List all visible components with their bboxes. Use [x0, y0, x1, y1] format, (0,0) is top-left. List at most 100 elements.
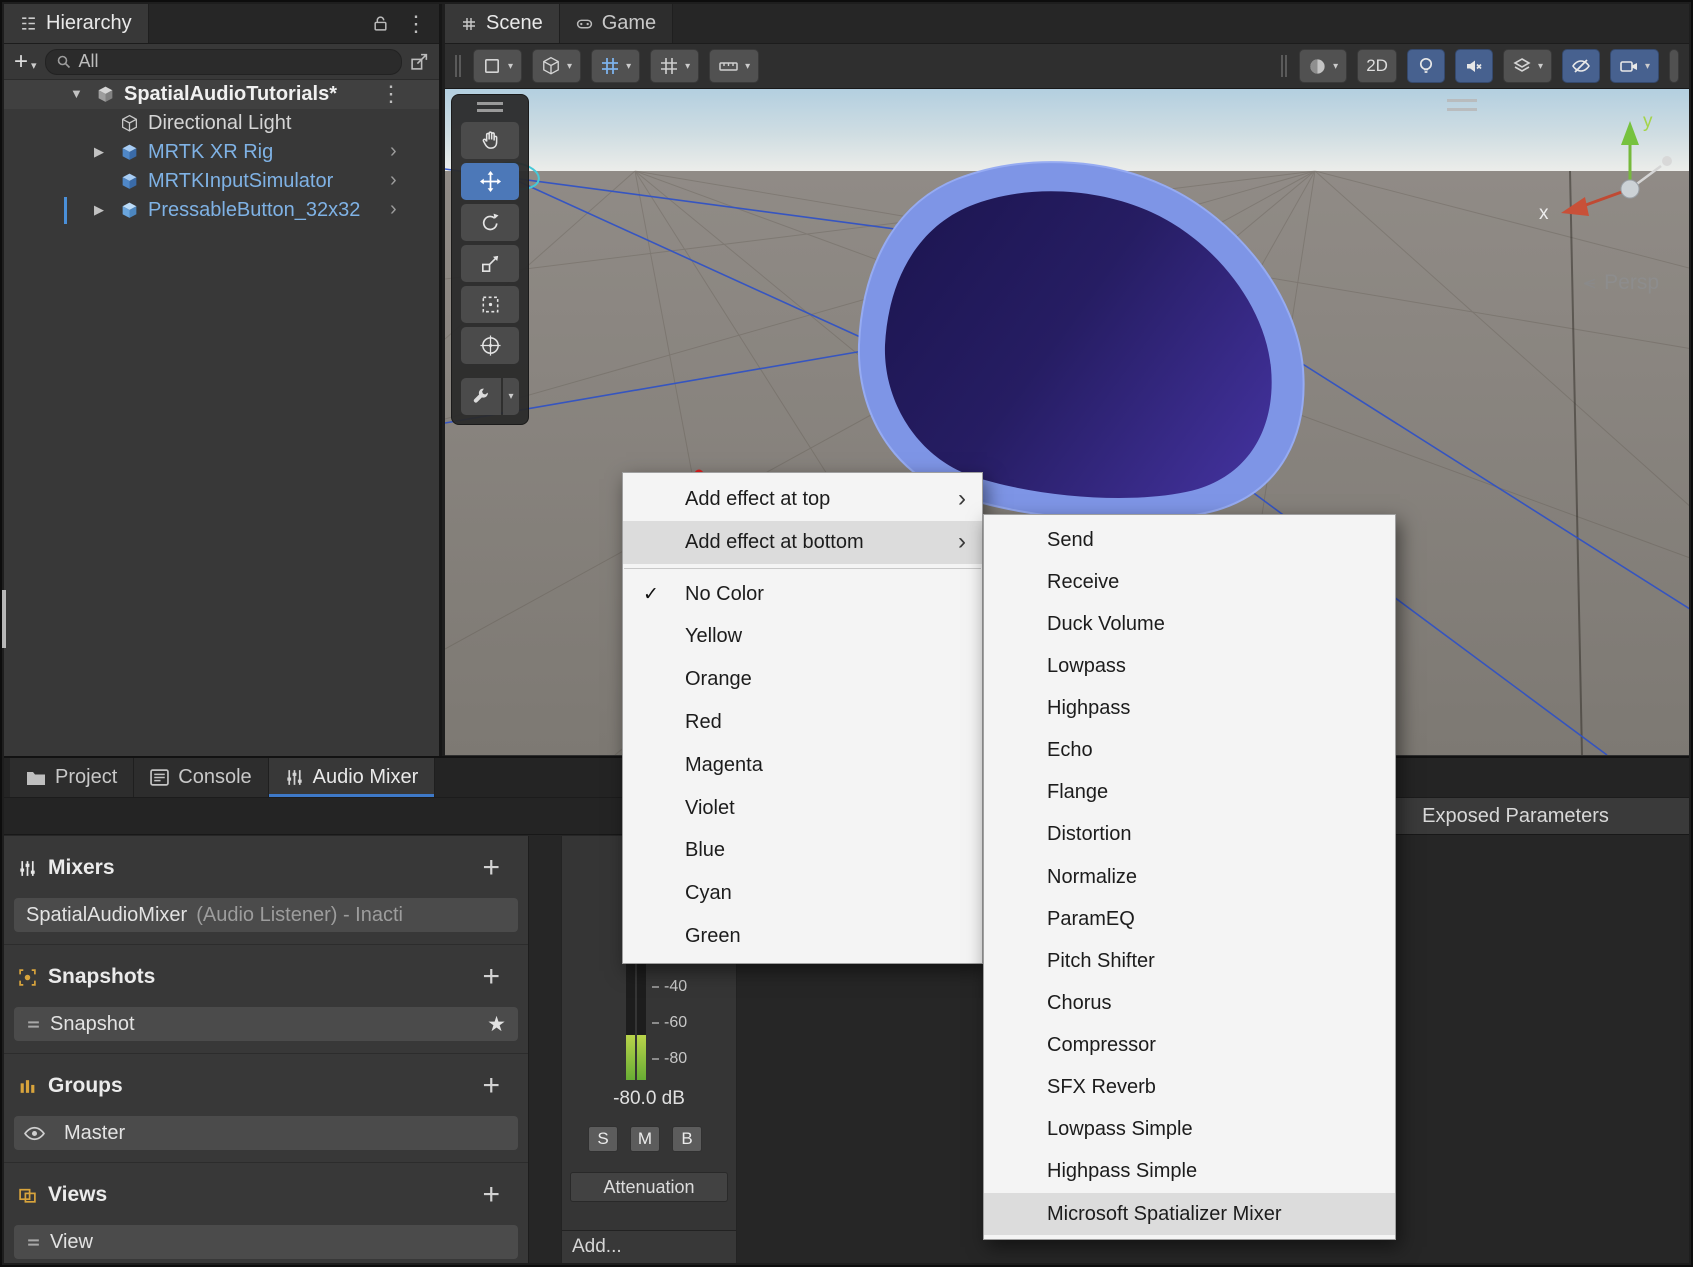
transform-tool-button[interactable]	[461, 327, 519, 364]
kebab-menu-icon[interactable]: ⋮	[380, 83, 402, 105]
rect-tool-button[interactable]	[461, 286, 519, 323]
start-snapshot-star-icon[interactable]: ★	[487, 1012, 506, 1037]
console-icon	[150, 769, 169, 786]
menu-item-receive[interactable]: Receive	[984, 561, 1395, 603]
visibility-toggle[interactable]	[1562, 49, 1600, 83]
menu-item-highpass-simple[interactable]: Highpass Simple	[984, 1151, 1395, 1193]
prefab-open-icon[interactable]: ›	[390, 198, 397, 221]
custom-tool-dropdown[interactable]: ▾	[503, 378, 519, 415]
grid-snapping-button[interactable]: ▾	[591, 49, 640, 83]
move-tool-button[interactable]	[461, 163, 519, 200]
menu-item-add-effect-at-bottom[interactable]: Add effect at bottom›	[623, 521, 982, 564]
effects-toggle[interactable]: ▾	[1503, 49, 1552, 83]
foldout-closed-icon[interactable]: ▶	[94, 202, 104, 218]
camera-settings-button[interactable]: ▾	[1610, 49, 1659, 83]
menu-item-cyan[interactable]: Cyan	[623, 872, 982, 915]
menu-item-chorus[interactable]: Chorus	[984, 982, 1395, 1024]
search-value: All	[79, 51, 99, 72]
foldout-open-icon[interactable]: ▼	[70, 86, 83, 101]
overlay-handle-icon[interactable]	[1447, 99, 1477, 111]
eye-icon[interactable]	[24, 1126, 45, 1141]
menu-item-add-effect-at-top[interactable]: Add effect at top›	[623, 478, 982, 521]
hierarchy-item-mrtk-input-simulator[interactable]: MRTKInputSimulator ›	[4, 167, 439, 196]
add-view-button[interactable]: +	[482, 1180, 514, 1210]
prefab-open-icon[interactable]: ›	[390, 169, 397, 192]
menu-item-violet[interactable]: Violet	[623, 787, 982, 830]
tab-scene[interactable]: Scene	[445, 4, 560, 43]
add-effect-button[interactable]: Add...	[562, 1230, 736, 1263]
rotate-tool-button[interactable]	[461, 204, 519, 241]
foldout-closed-icon[interactable]: ▶	[94, 144, 104, 160]
mute-button[interactable]: M	[630, 1126, 660, 1152]
solo-button[interactable]: S	[588, 1126, 618, 1152]
mixer-row-spatialaudiomixer[interactable]: SpatialAudioMixer (Audio Listener) - Ina…	[14, 898, 518, 932]
hierarchy-item-pressable-button[interactable]: ▶ PressableButton_32x32 ›	[4, 196, 439, 225]
view-row[interactable]: View	[14, 1225, 518, 1259]
orientation-gizmo[interactable]: y x	[1539, 111, 1672, 224]
menu-item-magenta[interactable]: Magenta	[623, 744, 982, 787]
measure-tool-button[interactable]: ▾	[709, 49, 759, 83]
snapshot-name: Snapshot	[50, 1013, 135, 1036]
menu-item-microsoft-spatializer-mixer[interactable]: Microsoft Spatializer Mixer	[984, 1193, 1395, 1235]
menu-item-yellow[interactable]: Yellow	[623, 615, 982, 658]
add-snapshot-button[interactable]: +	[482, 962, 514, 992]
menu-item-compressor[interactable]: Compressor	[984, 1025, 1395, 1067]
hierarchy-item-mrtk-xr-rig[interactable]: ▶ MRTK XR Rig ›	[4, 138, 439, 167]
menu-item-parameq[interactable]: ParamEQ	[984, 898, 1395, 940]
hierarchy-item-directional-light[interactable]: Directional Light	[4, 109, 439, 138]
snapshot-row[interactable]: Snapshot ★	[14, 1007, 518, 1041]
palette-drag-handle-icon[interactable]	[477, 102, 503, 112]
hierarchy-row-scene[interactable]: ▼ SpatialAudioTutorials* ⋮	[4, 80, 439, 109]
menu-item-red[interactable]: Red	[623, 701, 982, 744]
lock-icon[interactable]	[372, 15, 389, 32]
bypass-button[interactable]: B	[672, 1126, 702, 1152]
lighting-toggle[interactable]	[1407, 49, 1445, 83]
menu-item-blue[interactable]: Blue	[623, 830, 982, 873]
menu-item-no-color[interactable]: ✓No Color	[623, 573, 982, 616]
menu-item-pitch-shifter[interactable]: Pitch Shifter	[984, 940, 1395, 982]
grid-visibility-button[interactable]: ▾	[650, 49, 699, 83]
add-group-button[interactable]: +	[482, 1071, 514, 1101]
menu-item-duck-volume[interactable]: Duck Volume	[984, 603, 1395, 645]
menu-item-distortion[interactable]: Distortion	[984, 814, 1395, 856]
kebab-menu-icon[interactable]: ⋮	[405, 13, 427, 35]
add-mixer-button[interactable]: +	[482, 853, 514, 883]
picker-icon[interactable]	[410, 52, 429, 71]
persp-indicator[interactable]: Persp	[1582, 271, 1659, 295]
tab-console[interactable]: Console	[134, 758, 268, 797]
tab-project[interactable]: Project	[10, 758, 134, 797]
volume-db-label[interactable]: -80.0 dB	[562, 1088, 736, 1110]
menu-item-normalize[interactable]: Normalize	[984, 856, 1395, 898]
shading-mode-button[interactable]: ▾	[1299, 49, 1347, 83]
menu-item-send[interactable]: Send	[984, 519, 1395, 561]
hierarchy-tree: ▼ SpatialAudioTutorials* ⋮ Directional L…	[4, 80, 439, 225]
hierarchy-tabbar: Hierarchy ⋮	[4, 4, 439, 44]
tab-game[interactable]: Game	[560, 4, 673, 43]
caret-down-icon: ▾	[626, 61, 631, 72]
menu-item-highpass[interactable]: Highpass	[984, 688, 1395, 730]
caret-down-icon: ▾	[1645, 61, 1650, 72]
scale-tool-button[interactable]	[461, 245, 519, 282]
menu-item-echo[interactable]: Echo	[984, 730, 1395, 772]
menu-item-lowpass[interactable]: Lowpass	[984, 645, 1395, 687]
attenuation-effect-slot[interactable]: Attenuation	[570, 1172, 728, 1202]
hand-tool-button[interactable]	[461, 122, 519, 159]
tool-handle-rotation-button[interactable]: ▾	[473, 49, 522, 83]
2d-toggle[interactable]: 2D	[1357, 49, 1397, 83]
overflow-button[interactable]	[1669, 49, 1679, 83]
tab-audio-mixer[interactable]: Audio Mixer	[269, 758, 436, 797]
audio-toggle[interactable]	[1455, 49, 1493, 83]
search-input[interactable]: All	[45, 49, 402, 75]
menu-item-green[interactable]: Green	[623, 915, 982, 958]
custom-tool-button[interactable]	[461, 378, 501, 415]
group-row-master[interactable]: Master	[14, 1116, 518, 1150]
menu-item-sfx-reverb[interactable]: SFX Reverb	[984, 1067, 1395, 1109]
tab-hierarchy[interactable]: Hierarchy	[4, 4, 149, 43]
menu-item-orange[interactable]: Orange	[623, 658, 982, 701]
menu-item-flange[interactable]: Flange	[984, 772, 1395, 814]
menu-item-lowpass-simple[interactable]: Lowpass Simple	[984, 1109, 1395, 1151]
create-button[interactable]: +▾	[14, 48, 37, 76]
tool-handle-pivot-button[interactable]: ▾	[532, 49, 581, 83]
prefab-open-icon[interactable]: ›	[390, 140, 397, 163]
scrollbar-nub[interactable]	[2, 590, 6, 648]
